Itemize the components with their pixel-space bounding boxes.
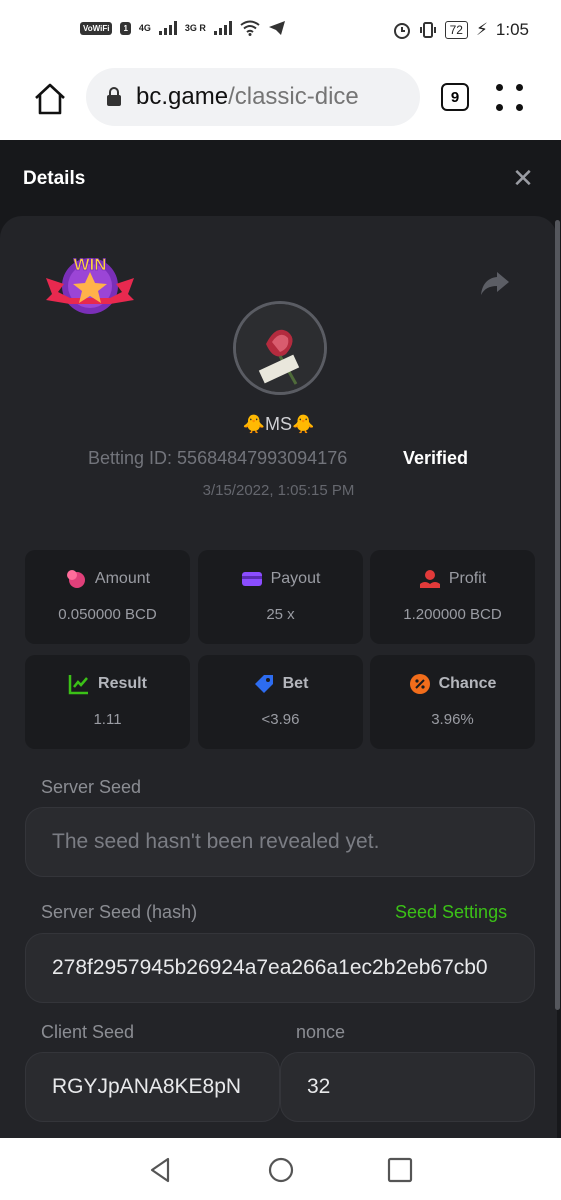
- server-seed-hash-field[interactable]: 278f2957945b26924a7ea266a1ec2b2eb67cb0: [25, 933, 535, 1003]
- stat-amount: Amount 0.050000 BCD: [25, 550, 190, 644]
- lock-icon: [107, 87, 121, 106]
- home-icon[interactable]: [32, 81, 68, 117]
- stat-label: Amount: [94, 570, 151, 587]
- url-host: bc.game: [136, 83, 229, 110]
- vibrate-icon: [419, 22, 436, 38]
- stat-value: 3.96%: [431, 711, 474, 728]
- win-badge-icon: WIN: [46, 255, 134, 314]
- status-left: VoWiFi 1 4G 3G R: [80, 20, 286, 36]
- stat-label: Result: [98, 675, 147, 692]
- tab-switcher-button[interactable]: 9: [441, 83, 469, 111]
- battery-level: 72: [444, 21, 468, 39]
- clock: 1:05: [495, 20, 529, 39]
- win-badge-label: WIN: [73, 255, 106, 274]
- stat-value: 0.050000 BCD: [58, 606, 157, 623]
- bet-timestamp: 3/15/2022, 1:05:15 PM: [202, 482, 355, 499]
- server-seed-hash-label: Server Seed (hash): [41, 902, 198, 922]
- client-seed-label: Client Seed: [41, 1022, 135, 1042]
- share-icon[interactable]: [480, 270, 510, 296]
- avatar-image: [236, 304, 324, 392]
- stat-value: 1.200000 BCD: [403, 606, 502, 623]
- stat-result: Result 1.11: [25, 655, 190, 749]
- verified-link[interactable]: Verified: [403, 448, 468, 469]
- stat-bet: Bet <3.96: [198, 655, 363, 749]
- alarm-icon: [393, 23, 410, 39]
- seed-settings-link[interactable]: Seed Settings: [395, 902, 507, 923]
- url-path: /classic-dice: [228, 83, 359, 110]
- home-nav-icon[interactable]: [266, 1155, 296, 1185]
- coins-icon: [66, 570, 85, 588]
- more-menu-icon[interactable]: [496, 84, 526, 114]
- stat-head: Profit: [370, 568, 535, 590]
- client-seed-field[interactable]: RGYJpANA8KE8pN: [25, 1052, 280, 1122]
- stat-head: Bet: [198, 673, 363, 695]
- stat-head: Amount: [25, 568, 190, 590]
- card-icon: [241, 572, 262, 586]
- stat-label: Bet: [282, 675, 309, 692]
- address-bar[interactable]: bc.game/classic-dice: [86, 68, 420, 126]
- network-3g-label: 3G R: [184, 23, 206, 33]
- stat-chance: Chance 3.96%: [370, 655, 535, 749]
- stat-head: Result: [25, 673, 190, 695]
- sim-badge: 1: [120, 21, 131, 35]
- stat-label: Profit: [448, 570, 487, 587]
- signal-icon: [158, 21, 177, 35]
- stat-head: Chance: [370, 673, 535, 695]
- nonce-field[interactable]: 32: [280, 1052, 535, 1122]
- server-seed-label: Server Seed: [41, 777, 142, 797]
- stat-label: Chance: [438, 675, 497, 692]
- modal-title: Details: [23, 168, 86, 189]
- wifi-icon: [240, 20, 260, 36]
- back-icon[interactable]: [146, 1155, 176, 1185]
- status-right: 72 ⚡ 1:05: [393, 20, 529, 40]
- signal-icon: [213, 21, 232, 35]
- avatar: [233, 301, 327, 395]
- system-nav-bar: [0, 1138, 561, 1200]
- browser-toolbar: bc.game/classic-dice 9: [0, 64, 561, 140]
- stat-head: Payout: [198, 568, 363, 590]
- stat-payout: Payout 25 x: [198, 550, 363, 644]
- recents-icon[interactable]: [385, 1155, 415, 1185]
- tag-icon: [254, 675, 273, 693]
- hand-coin-icon: [419, 570, 440, 588]
- telegram-icon: [268, 21, 285, 35]
- scrollbar[interactable]: [555, 220, 560, 1010]
- details-modal: Details ✕ WIN 🐥MS🐥 Betting ID: 556848479…: [0, 140, 561, 1138]
- username: 🐥MS🐥: [242, 414, 315, 434]
- stat-value: 25 x: [266, 606, 295, 623]
- vowifi-badge: VoWiFi: [80, 21, 113, 35]
- charging-icon: ⚡: [475, 20, 488, 39]
- nonce-label: nonce: [296, 1022, 346, 1042]
- details-panel: WIN 🐥MS🐥 Betting ID: 55684847993094176 V…: [0, 216, 557, 1138]
- stat-profit: Profit 1.200000 BCD: [370, 550, 535, 644]
- stat-value: <3.96: [261, 711, 300, 728]
- chart-check-icon: [68, 675, 89, 695]
- close-icon[interactable]: ✕: [511, 165, 535, 191]
- betting-id: Betting ID: 55684847993094176: [88, 448, 348, 468]
- url-text: bc.game/classic-dice: [136, 83, 359, 111]
- server-seed-field: The seed hasn't been revealed yet.: [25, 807, 535, 877]
- percent-icon: [409, 674, 430, 694]
- stat-value: 1.11: [93, 711, 122, 728]
- stat-label: Payout: [270, 570, 321, 587]
- network-4g-label: 4G: [138, 23, 151, 33]
- status-bar: VoWiFi 1 4G 3G R 72 ⚡ 1:05: [0, 0, 561, 64]
